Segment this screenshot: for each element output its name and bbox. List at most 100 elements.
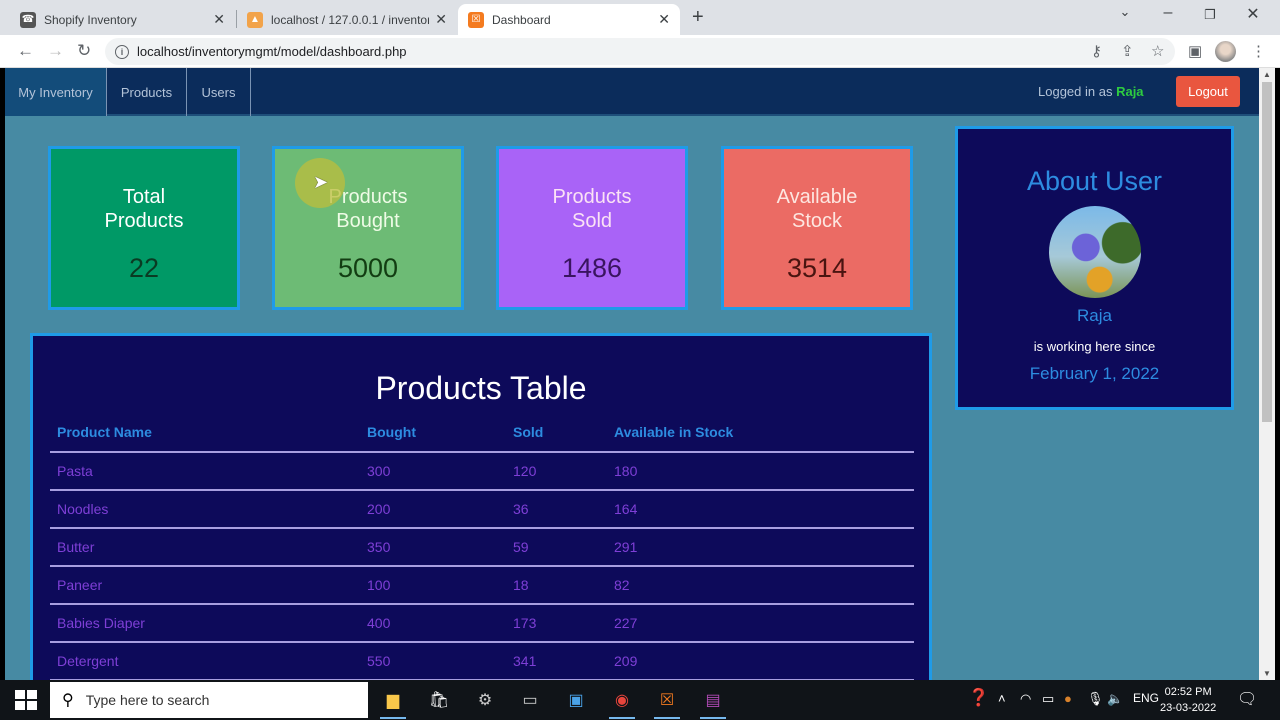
new-tab-button[interactable]: + bbox=[692, 6, 704, 29]
share-icon[interactable]: ⇪ bbox=[1121, 42, 1134, 60]
wifi-icon[interactable]: ◠ bbox=[1020, 691, 1031, 707]
cell-bought: 350 bbox=[360, 527, 506, 566]
shopify-icon: ☎ bbox=[20, 11, 36, 28]
cell-product-name: Babies Diaper bbox=[50, 603, 360, 642]
clock-date: 23-03-2022 bbox=[1160, 702, 1217, 714]
minimize-button[interactable]: – bbox=[1148, 4, 1188, 22]
table-row: Pasta 300 120 180 bbox=[50, 451, 914, 490]
mouse-cursor-highlight: ➤ bbox=[295, 158, 345, 208]
column-header-bought: Bought bbox=[367, 424, 416, 440]
nav-my-inventory[interactable]: My Inventory bbox=[5, 68, 107, 116]
top-navbar: My Inventory Products Users Logged in as… bbox=[5, 68, 1259, 116]
close-tab-icon[interactable]: ✕ bbox=[658, 11, 670, 28]
key-icon[interactable]: ⚷ bbox=[1091, 42, 1102, 60]
reload-icon[interactable]: ↻ bbox=[77, 41, 91, 61]
remote-desktop-icon[interactable]: ▣ bbox=[561, 686, 591, 714]
cell-available: 227 bbox=[607, 603, 914, 642]
cell-bought: 100 bbox=[360, 565, 506, 604]
forward-arrow-icon[interactable]: → bbox=[47, 41, 64, 61]
table-row: Noodles 200 36 164 bbox=[50, 489, 914, 528]
address-bar[interactable]: i localhost/inventorymgmt/model/dashboar… bbox=[105, 38, 1175, 65]
tab-phpmyadmin[interactable]: ▲ localhost / 127.0.0.1 / inventory_ ✕ bbox=[237, 4, 457, 35]
stat-value: 3514 bbox=[786, 253, 848, 283]
taskbar-clock[interactable]: 02:52 PM 23-03-2022 bbox=[1160, 684, 1216, 716]
bookmark-star-icon[interactable]: ☆ bbox=[1151, 42, 1164, 60]
close-tab-icon[interactable]: ✕ bbox=[435, 11, 447, 28]
scrollbar-thumb[interactable] bbox=[1262, 82, 1272, 422]
menu-kebab-icon[interactable]: ⋮ bbox=[1251, 42, 1266, 60]
language-indicator[interactable]: ENG bbox=[1133, 691, 1159, 705]
side-panel-icon[interactable]: ▣ bbox=[1188, 42, 1202, 60]
nav-users[interactable]: Users bbox=[187, 68, 251, 116]
close-tab-icon[interactable]: ✕ bbox=[213, 11, 225, 28]
tab-strip: ☎ Shopify Inventory ✕ ▲ localhost / 127.… bbox=[0, 0, 1280, 35]
user-avatar bbox=[1048, 206, 1141, 298]
stat-label: Products Sold bbox=[552, 186, 632, 232]
cell-available: 82 bbox=[607, 565, 914, 604]
logout-button[interactable]: Logout bbox=[1176, 76, 1240, 107]
chrome-icon[interactable]: ◉ bbox=[607, 686, 637, 719]
tab-title: localhost / 127.0.0.1 / inventory_ bbox=[271, 12, 430, 27]
stat-card-products-sold: Products Sold 1486 bbox=[496, 146, 688, 310]
close-window-button[interactable]: ✕ bbox=[1233, 4, 1273, 24]
stat-card-available-stock: Available Stock 3514 bbox=[721, 146, 913, 310]
control-panel-icon[interactable]: ⚙ bbox=[470, 686, 500, 714]
notifications-icon[interactable]: 🗨 bbox=[1237, 689, 1257, 709]
tab-title: Shopify Inventory bbox=[44, 12, 137, 27]
cell-sold: 18 bbox=[506, 565, 607, 604]
about-user-name: Raja bbox=[1077, 306, 1112, 325]
cell-sold: 120 bbox=[506, 451, 607, 490]
scroll-down-arrow-icon[interactable]: ▼ bbox=[1259, 669, 1275, 678]
nav-products[interactable]: Products bbox=[107, 68, 187, 116]
restore-button[interactable]: ❐ bbox=[1190, 7, 1230, 23]
back-arrow-icon[interactable]: ← bbox=[17, 41, 34, 61]
products-table-title: Products Table bbox=[375, 370, 587, 406]
logged-in-label: Logged in as bbox=[1038, 84, 1117, 99]
page-scrollbar[interactable]: ▲ ▼ bbox=[1259, 68, 1275, 680]
stat-label: Available Stock bbox=[776, 186, 858, 232]
volume-icon[interactable]: 🔈 bbox=[1107, 691, 1123, 707]
phpmyadmin-icon: ▲ bbox=[247, 11, 263, 28]
products-table-panel: Products Table Product Name Bought Sold … bbox=[30, 333, 932, 680]
xampp-taskbar-icon[interactable]: ☒ bbox=[652, 686, 682, 719]
cell-bought: 300 bbox=[360, 451, 506, 490]
table-row: Paneer 100 18 82 bbox=[50, 565, 914, 604]
tab-dashboard[interactable]: ☒ Dashboard ✕ bbox=[458, 4, 680, 35]
url-text: localhost/inventorymgmt/model/dashboard.… bbox=[137, 44, 407, 59]
show-hidden-icons-chevron[interactable]: ˄ bbox=[998, 691, 1006, 706]
scroll-up-arrow-icon[interactable]: ▲ bbox=[1259, 70, 1275, 79]
microphone-icon[interactable]: 🎙 bbox=[1087, 691, 1104, 707]
taskbar-search-box[interactable]: ⚲ Type here to search bbox=[50, 682, 368, 718]
cell-sold: 341 bbox=[506, 641, 607, 680]
file-explorer-icon[interactable]: ▆ bbox=[378, 686, 408, 719]
about-user-join-date: February 1, 2022 bbox=[1029, 364, 1160, 383]
cell-available: 291 bbox=[607, 527, 914, 566]
info-icon[interactable]: i bbox=[115, 44, 129, 59]
stat-value: 5000 bbox=[337, 253, 399, 283]
battery-icon[interactable]: ▭ bbox=[1042, 691, 1054, 707]
table-row: Babies Diaper 400 173 227 bbox=[50, 603, 914, 642]
tab-title: Dashboard bbox=[492, 12, 551, 27]
cell-sold: 59 bbox=[506, 527, 607, 566]
command-prompt-icon[interactable]: ▭ bbox=[515, 686, 545, 714]
products-table: Product Name Bought Sold Available in St… bbox=[50, 424, 914, 680]
cursor-arrow-icon: ➤ bbox=[313, 172, 329, 192]
search-placeholder: Type here to search bbox=[85, 692, 210, 708]
cell-sold: 36 bbox=[506, 489, 607, 528]
xampp-icon: ☒ bbox=[468, 11, 484, 28]
tab-shopify-inventory[interactable]: ☎ Shopify Inventory ✕ bbox=[10, 4, 235, 35]
profile-avatar[interactable] bbox=[1215, 41, 1236, 62]
table-header-row: Product Name Bought Sold Available in St… bbox=[50, 424, 914, 452]
cell-sold: 173 bbox=[506, 603, 607, 642]
screen-recorder-icon[interactable]: ▤ bbox=[698, 686, 728, 719]
windows-start-button[interactable] bbox=[15, 690, 37, 710]
help-icon[interactable]: ❓ bbox=[968, 688, 989, 708]
microsoft-store-icon[interactable]: 🛍 bbox=[424, 686, 454, 714]
app-tray-icon[interactable]: ● bbox=[1064, 691, 1072, 706]
column-header-sold: Sold bbox=[513, 424, 544, 440]
stat-value: 1486 bbox=[561, 253, 623, 283]
column-header-available: Available in Stock bbox=[614, 424, 734, 440]
browser-chrome: ☎ Shopify Inventory ✕ ▲ localhost / 127.… bbox=[0, 0, 1280, 68]
table-row: Detergent 550 341 209 bbox=[50, 641, 914, 680]
tab-search-chevron-icon[interactable]: ⌄ bbox=[1105, 4, 1145, 20]
